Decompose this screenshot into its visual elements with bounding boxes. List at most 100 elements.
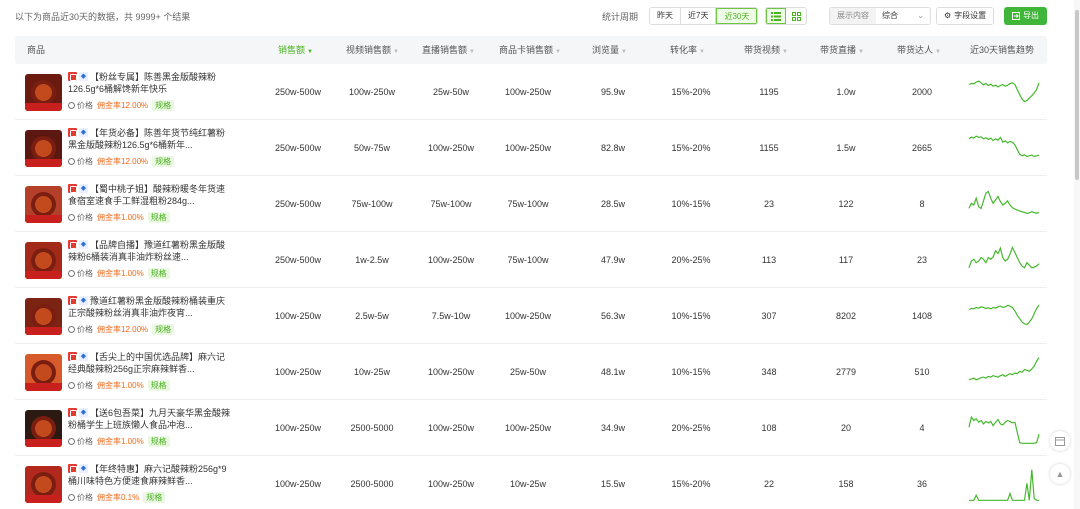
commission-rate: 佣金率0.1% (97, 493, 140, 502)
spec-tag[interactable]: 规格 (152, 156, 175, 167)
product-meta: 价格 佣金率1.00% 规格 (68, 268, 170, 279)
price-link[interactable]: 价格 (68, 436, 93, 447)
back-to-top-button[interactable]: ▲ (1050, 464, 1070, 484)
list-view-button[interactable] (766, 8, 786, 24)
col-sales[interactable]: 销售额 ▼ (278, 36, 313, 64)
product-thumbnail[interactable] (25, 354, 62, 391)
price-link[interactable]: 价格 (68, 100, 93, 111)
table-row[interactable]: ◆ 【蜀中桃子姐】酸辣粉暖冬年货速食宿室速食手工鲜湿粗粉284g... 价格 佣金率1… (15, 176, 1047, 232)
product-title[interactable]: 【品牌自播】豫道红薯粉黑金版酸辣粉6桶装消真非油炸粉丝速... (68, 239, 230, 263)
table-row[interactable]: ◆ 【送6包吾菜】九月天豪华黑金酸辣粉桶学生上班族懒人食品冲泡... 价格 佣金率1.… (15, 400, 1047, 456)
col-creators[interactable]: 带货达人 ▼ (897, 36, 941, 64)
cell-views: 95.9w (600, 87, 626, 97)
commission-rate: 佣金率1.00% (97, 437, 144, 446)
product-title[interactable]: 【送6包吾菜】九月天豪华黑金酸辣粉桶学生上班族懒人食品冲泡... (68, 407, 230, 431)
product-title[interactable]: 【蜀中桃子姐】酸辣粉暖冬年货速食宿室速食手工鲜湿粗粉284g... (68, 183, 230, 207)
product-title[interactable]: 豫道红薯粉黑金版酸辣粉桶装重庆正宗酸辣粉丝消真非油炸夜宵... (68, 295, 230, 319)
product-thumbnail[interactable] (25, 298, 62, 335)
cell-conversion: 10%-15% (671, 311, 711, 321)
col-product: 商品 (27, 45, 46, 55)
spec-tag[interactable]: 规格 (147, 268, 170, 279)
table-row[interactable]: ◆ 【粉丝专属】陈善黑金版酸辣粉126.5g*6桶解馋新年快乐 价格 佣金率12.00… (15, 64, 1047, 120)
product-title[interactable]: 【年货必备】陈善年货节纯红薯粉黑金版酸辣粉126.5g*6桶新年... (68, 127, 230, 151)
col-views[interactable]: 浏览量 ▼ (592, 36, 627, 64)
cell-conversion: 20%-25% (671, 255, 711, 265)
export-button[interactable]: 导出 (1004, 7, 1047, 25)
cell-views: 34.9w (600, 423, 626, 433)
col-videos[interactable]: 带货视频 ▼ (744, 36, 788, 64)
sort-icon: ▼ (699, 49, 705, 55)
price-link[interactable]: 价格 (68, 324, 93, 335)
period-30days[interactable]: 近30天 (716, 8, 758, 24)
product-thumbnail[interactable] (25, 74, 62, 111)
scroll-thumb[interactable] (1075, 10, 1079, 180)
cell-live-sales: 100w-250w (427, 367, 475, 377)
cell-creators: 4 (919, 423, 925, 433)
scrollbar[interactable] (1074, 0, 1080, 509)
col-lives[interactable]: 带货直播 ▼ (820, 36, 864, 64)
sales-trend-sparkline (968, 357, 1040, 381)
col-card-sales[interactable]: 商品卡销售额 ▼ (499, 36, 561, 64)
cell-card-sales: 25w-50w (509, 367, 547, 377)
commission-rate: 佣金率1.00% (97, 213, 144, 222)
sales-trend-sparkline (968, 190, 1040, 215)
cell-lives: 20 (840, 423, 851, 433)
cell-live-sales: 7.5w-10w (431, 311, 471, 321)
price-link[interactable]: 价格 (68, 156, 93, 167)
cell-views: 28.5w (600, 199, 626, 209)
cell-videos: 307 (761, 311, 777, 321)
commission-rate: 佣金率1.00% (97, 381, 144, 390)
export-label: 导出 (1023, 11, 1039, 20)
cell-creators: 36 (916, 479, 927, 489)
grid-icon (791, 11, 801, 21)
product-title[interactable]: 【舌尖上的中国优选品牌】麻六记经典酸辣粉256g正宗麻辣鲜香... (68, 351, 230, 375)
spec-tag[interactable]: 规格 (152, 100, 175, 111)
cell-sales: 250w-500w (274, 87, 322, 97)
cell-creators: 510 (914, 367, 930, 377)
table-row[interactable]: ◆ 【年货必备】陈善年货节纯红薯粉黑金版酸辣粉126.5g*6桶新年... 价格 佣金… (15, 120, 1047, 176)
cell-creators: 8 (919, 199, 925, 209)
spec-tag[interactable]: 规格 (147, 436, 170, 447)
table-row[interactable]: ◆ 【舌尖上的中国优选品牌】麻六记经典酸辣粉256g正宗麻辣鲜香... 价格 佣金率1… (15, 344, 1047, 400)
period-yesterday[interactable]: 昨天 (650, 8, 681, 24)
product-thumbnail[interactable] (25, 466, 62, 503)
table-row[interactable]: ◆ 【年终特惠】麻六记酸辣粉256g*9桶川味特色方便速食麻辣鲜香... 价格 佣金率… (15, 456, 1047, 509)
product-thumbnail[interactable] (25, 410, 62, 447)
product-thumbnail[interactable] (25, 186, 62, 223)
product-thumbnail[interactable] (25, 130, 62, 167)
price-link[interactable]: 价格 (68, 492, 93, 503)
product-title[interactable]: 【年终特惠】麻六记酸辣粉256g*9桶川味特色方便速食麻辣鲜香... (68, 463, 230, 487)
spec-tag[interactable]: 规格 (143, 492, 166, 503)
field-settings-button[interactable]: ⚙ 字段设置 (936, 7, 995, 25)
price-link[interactable]: 价格 (68, 268, 93, 279)
cell-videos: 1195 (759, 87, 779, 97)
cell-lives: 117 (838, 255, 854, 265)
price-link[interactable]: 价格 (68, 212, 93, 223)
price-icon (68, 158, 75, 165)
cell-conversion: 15%-20% (671, 479, 711, 489)
col-live-sales[interactable]: 直播销售额 ▼ (422, 36, 475, 64)
calendar-button[interactable] (1050, 431, 1070, 451)
table-row[interactable]: ◆ 豫道红薯粉黑金版酸辣粉桶装重庆正宗酸辣粉丝消真非油炸夜宵... 价格 佣金率12.… (15, 288, 1047, 344)
cell-views: 56.3w (600, 311, 626, 321)
sort-icon: ▼ (555, 49, 561, 55)
spec-tag[interactable]: 规格 (152, 324, 175, 335)
spec-tag[interactable]: 规格 (147, 380, 170, 391)
cell-live-sales: 25w-50w (432, 87, 470, 97)
cell-live-sales: 100w-250w (427, 255, 475, 265)
cell-video-sales: 75w-100w (351, 199, 393, 209)
product-thumbnail[interactable] (25, 242, 62, 279)
cell-views: 82.8w (600, 143, 626, 153)
price-link[interactable]: 价格 (68, 380, 93, 391)
spec-tag[interactable]: 规格 (147, 212, 170, 223)
col-conversion[interactable]: 转化率 ▼ (670, 36, 705, 64)
table-row[interactable]: ◆ 【品牌自播】豫道红薯粉黑金版酸辣粉6桶装消真非油炸粉丝速... 价格 佣金率1.0… (15, 232, 1047, 288)
cell-videos: 23 (763, 199, 774, 209)
col-video-sales[interactable]: 视频销售额 ▼ (346, 36, 399, 64)
trend-line (968, 304, 1040, 326)
grid-view-button[interactable] (786, 8, 806, 24)
show-content-select[interactable]: 展示内容 综合 ⌄ (829, 7, 931, 25)
period-7days[interactable]: 近7天 (681, 8, 717, 24)
product-title[interactable]: 【粉丝专属】陈善黑金版酸辣粉126.5g*6桶解馋新年快乐 (68, 71, 230, 95)
sales-trend-sparkline (968, 135, 1040, 158)
